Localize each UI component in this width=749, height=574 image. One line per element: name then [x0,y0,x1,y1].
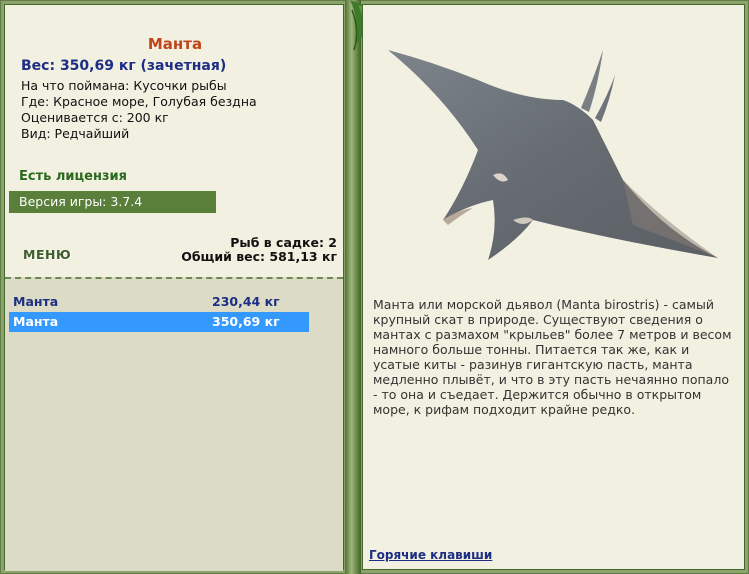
total-weight: Общий вес: 581,13 кг [181,249,337,264]
fish-rarity: Вид: Редчайший [21,126,130,141]
fish-value: Оценивается с: 200 кг [21,110,169,125]
list-item-name: Манта [13,314,59,329]
fish-bait: На что поймана: Кусочки рыбы [21,78,227,93]
hotkeys-link[interactable]: Горячие клавиши [369,548,492,562]
manta-ray-image [388,50,718,260]
list-item-weight: 230,44 кг [212,294,280,309]
license-status: Есть лицензия [19,169,127,184]
fish-count: Рыб в садке: 2 [230,235,337,250]
fish-info-panel: Манта Вес: 350,69 кг (зачетная) На что п… [4,4,344,571]
list-item-selected[interactable]: Манта 350,69 кг [9,312,309,332]
fish-description: Манта или морской дьявол (Manta birostri… [373,297,732,417]
panel-divider-vine [345,0,361,574]
list-item-name: Манта [13,294,59,309]
catch-list: Манта 230,44 кг Манта 350,69 кг [5,277,343,571]
list-item-weight: 350,69 кг [212,314,280,329]
fish-title: Манта [147,35,203,53]
menu-button[interactable]: МЕНЮ [23,247,71,262]
fish-location: Где: Красное море, Голубая бездна [21,94,257,109]
fish-detail-panel: Манта или морской дьявол (Manta birostri… [362,4,745,570]
version-bar: Версия игры: 3.7.4 [9,191,216,213]
list-item[interactable]: Манта 230,44 кг [9,292,309,312]
fish-weight: Вес: 350,69 кг (зачетная) [21,58,227,74]
